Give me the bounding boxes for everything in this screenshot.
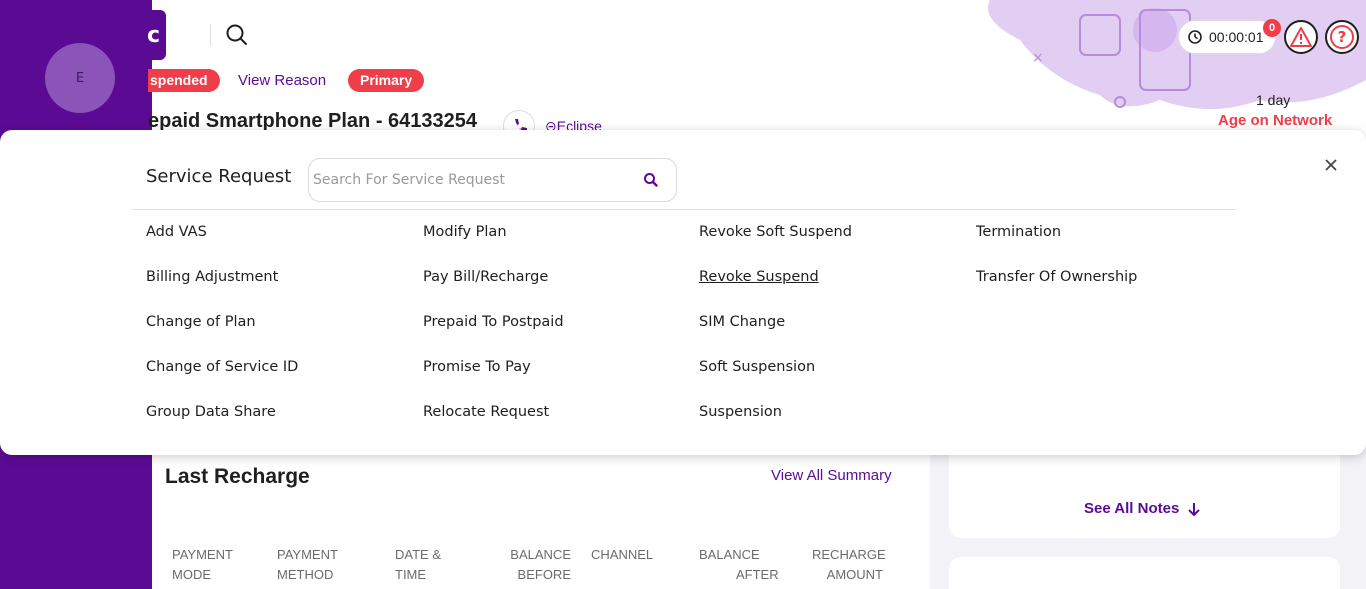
service-request-item[interactable]: Prepaid To Postpaid (423, 314, 564, 330)
search-icon[interactable] (640, 169, 662, 191)
service-request-item[interactable]: Group Data Share (146, 404, 276, 420)
see-all-notes-label: See All Notes (1084, 500, 1180, 517)
service-request-item[interactable]: Relocate Request (423, 404, 549, 420)
view-reason-link[interactable]: View Reason (238, 72, 326, 89)
service-request-item[interactable]: Revoke Soft Suspend (699, 224, 852, 240)
close-icon[interactable] (1320, 154, 1342, 176)
modal-divider (131, 209, 1236, 210)
see-all-notes-link[interactable]: See All Notes (1084, 500, 1201, 517)
service-request-item[interactable]: SIM Change (699, 314, 785, 330)
view-all-summary-link[interactable]: View All Summary (771, 467, 892, 484)
age-on-network-label: Age on Network (1218, 112, 1333, 129)
search-icon[interactable] (224, 22, 250, 48)
service-request-item[interactable]: Termination (976, 224, 1061, 240)
service-request-item-hovered[interactable]: Revoke Suspend (699, 269, 819, 285)
last-recharge-title: Last Recharge (165, 465, 310, 488)
service-request-item[interactable]: Add VAS (146, 224, 207, 240)
notification-badge: 0 (1263, 19, 1281, 37)
table-header-recharge-amount: RECHARGE AMOUNT (812, 547, 886, 582)
table-header-channel: CHANNEL (591, 547, 654, 562)
table-header-payment-mode: PAYMENT MODE (172, 547, 233, 582)
arrow-down-icon (1188, 502, 1201, 516)
service-request-search (308, 158, 677, 202)
session-timer: 00:00:01 (1178, 20, 1276, 54)
service-request-search-input[interactable] (313, 167, 633, 193)
avatar[interactable]: E (45, 43, 115, 113)
service-request-item[interactable]: Modify Plan (423, 224, 507, 240)
service-request-item[interactable]: Change of Plan (146, 314, 256, 330)
table-header-balance-before: BALANCE BEFORE (510, 547, 571, 582)
help-icon[interactable]: ? (1325, 20, 1359, 54)
brand-logo: c (138, 10, 166, 60)
header-illustration: × (988, 0, 1366, 109)
service-request-item[interactable]: Billing Adjustment (146, 269, 278, 285)
service-request-item[interactable]: Suspension (699, 404, 782, 420)
table-header-balance-after: BALANCE AFTER (699, 547, 779, 582)
avatar-initial: E (75, 70, 85, 86)
service-request-item[interactable]: Change of Service ID (146, 359, 298, 375)
alert-icon[interactable] (1284, 20, 1318, 54)
status-badge: spended (148, 69, 220, 92)
timer-icon (1188, 30, 1202, 44)
header-divider (210, 24, 211, 46)
service-request-item[interactable]: Promise To Pay (423, 359, 531, 375)
svg-text:?: ? (1338, 28, 1347, 46)
primary-badge: Primary (348, 69, 425, 92)
service-request-item[interactable]: Pay Bill/Recharge (423, 269, 548, 285)
service-request-item[interactable]: Soft Suspension (699, 359, 815, 375)
age-on-network-value: 1 day (1256, 92, 1291, 108)
table-header-date-time: DATE & TIME (395, 547, 441, 582)
timer-value: 00:00:01 (1209, 29, 1264, 45)
service-request-item[interactable]: Transfer Of Ownership (976, 269, 1137, 285)
table-header-payment-method: PAYMENT METHOD (277, 547, 338, 582)
bottom-card (949, 557, 1340, 589)
modal-title: Service Request (146, 166, 292, 187)
svg-text:×: × (1032, 50, 1044, 66)
